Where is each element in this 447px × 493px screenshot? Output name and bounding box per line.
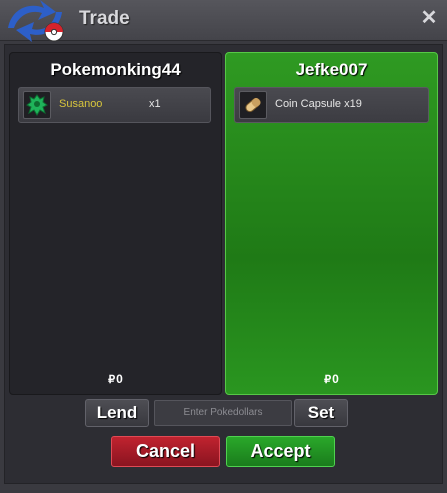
- player-name-left: Pokemonking44: [50, 60, 181, 79]
- window-title: Trade: [79, 8, 130, 29]
- lend-button[interactable]: Lend: [85, 399, 149, 427]
- money-controls: Lend Enter Pokedollars Set: [85, 399, 365, 429]
- pokedollar-icon: ₽: [108, 374, 116, 386]
- close-icon[interactable]: ✕: [419, 8, 439, 28]
- money-amount-right: 0: [332, 372, 339, 386]
- susanoo-icon: [23, 91, 51, 119]
- trade-window: Trade ✕ Pokemonking44 Susanoo x1 ₽0 Jefk…: [0, 0, 447, 493]
- trade-content: Pokemonking44 Susanoo x1 ₽0 Jefke007 Coi…: [4, 44, 443, 484]
- title-bar[interactable]: Trade ✕: [0, 0, 447, 42]
- money-offer-right: ₽0: [226, 372, 437, 386]
- item-name-left: Susanoo: [59, 98, 103, 110]
- window-footer: [0, 484, 447, 493]
- pokedollar-icon: ₽: [324, 374, 332, 386]
- set-button[interactable]: Set: [294, 399, 348, 427]
- item-qty-left: x1: [149, 98, 161, 110]
- player-offer-panel-right: Jefke007 Coin Capsule x19 ₽0: [225, 52, 438, 395]
- trade-item-slot-left[interactable]: Susanoo x1: [18, 87, 211, 123]
- pokedollar-input[interactable]: Enter Pokedollars: [154, 400, 292, 426]
- trade-item-slot-right[interactable]: Coin Capsule x19: [234, 87, 429, 123]
- item-qty-right: x19: [344, 98, 362, 110]
- money-offer-left: ₽0: [10, 372, 221, 386]
- item-name-right: Coin Capsule x19: [275, 98, 362, 110]
- player-name-right: Jefke007: [295, 60, 368, 79]
- cancel-button[interactable]: Cancel: [111, 436, 220, 467]
- player-offer-panel-left: Pokemonking44 Susanoo x1 ₽0: [9, 52, 222, 395]
- money-amount-left: 0: [116, 372, 123, 386]
- accept-button[interactable]: Accept: [226, 436, 335, 467]
- coin-capsule-icon: [239, 91, 267, 119]
- trade-logo-icon: [8, 0, 64, 42]
